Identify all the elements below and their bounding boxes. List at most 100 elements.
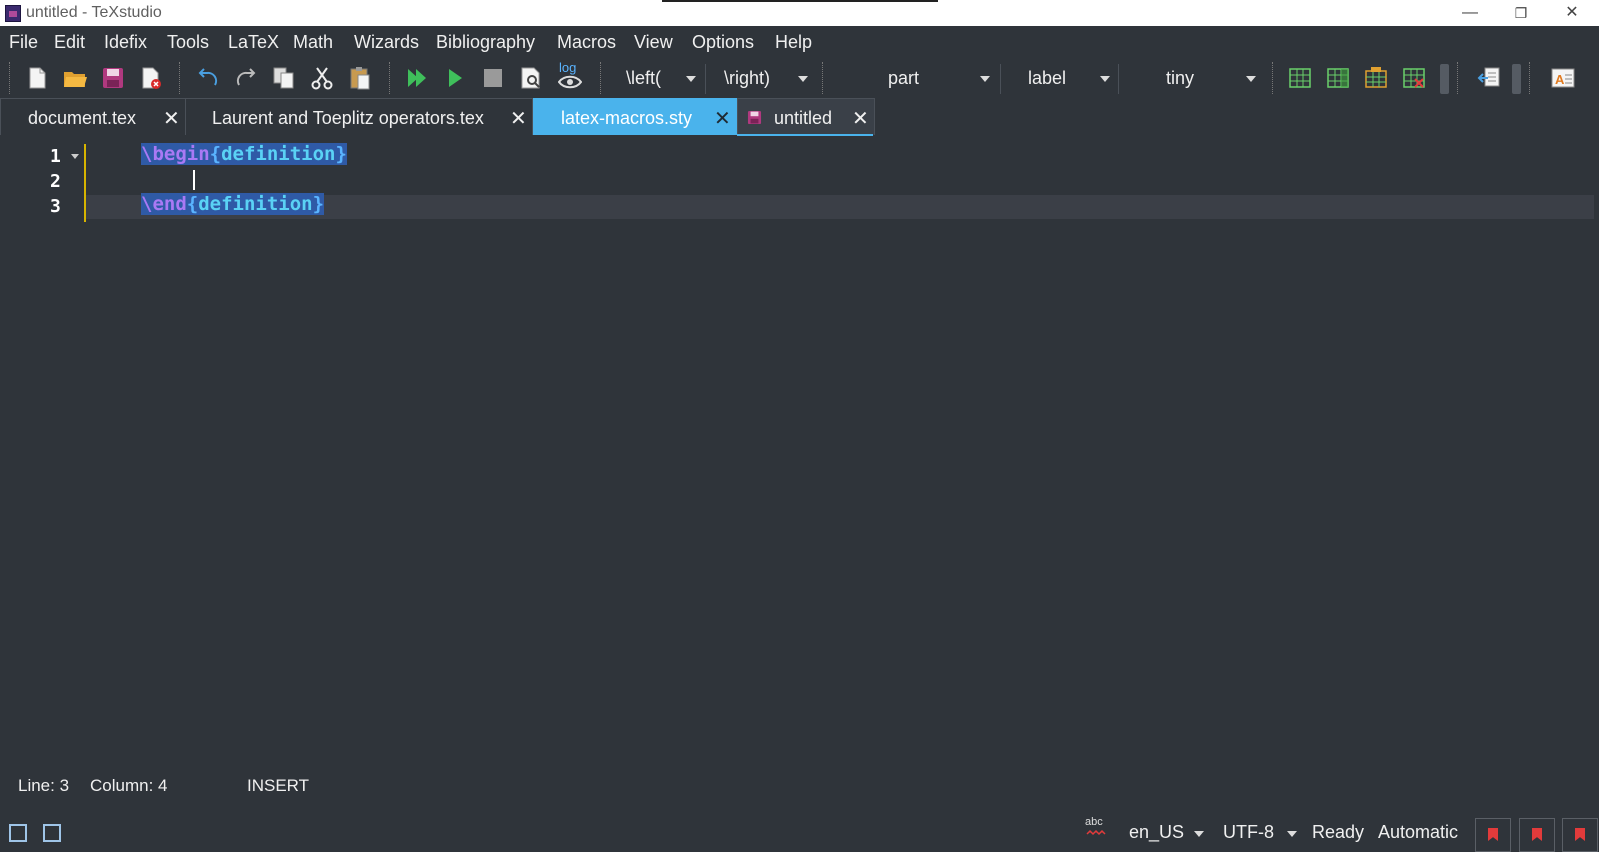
toolbar-grip[interactable] — [389, 62, 393, 94]
code-line-begin: \begin{definition} — [141, 143, 347, 165]
text-cursor — [193, 170, 195, 190]
menu-macros[interactable]: Macros — [557, 32, 616, 53]
new-file-icon[interactable] — [24, 65, 50, 91]
open-brace: { — [209, 143, 222, 165]
chevron-down-icon — [686, 76, 696, 82]
section-combo[interactable]: part — [834, 65, 994, 91]
menu-bibliography[interactable]: Bibliography — [436, 32, 535, 53]
undo-icon[interactable] — [195, 65, 221, 91]
tab-latex-macros-sty[interactable]: latex-macros.sty ✕ — [533, 98, 737, 135]
reference-combo[interactable]: label — [1010, 65, 1116, 91]
code-line-end: \end{definition} — [141, 193, 325, 215]
menu-options[interactable]: Options — [692, 32, 754, 53]
menu-file[interactable]: File — [9, 32, 38, 53]
bookmark-icon[interactable] — [1519, 818, 1555, 852]
open-folder-icon[interactable] — [62, 65, 88, 91]
bookmark-icon[interactable] — [1562, 818, 1598, 852]
tab-laurent-toeplitz[interactable]: Laurent and Toeplitz operators.tex ✕ — [185, 98, 533, 135]
toggle-output-panel-icon[interactable] — [43, 824, 61, 842]
compile-icon[interactable] — [442, 65, 468, 91]
environment-name: definition — [198, 193, 313, 215]
menu-edit[interactable]: Edit — [54, 32, 85, 53]
tab-document-tex[interactable]: document.tex ✕ — [0, 98, 186, 135]
fold-arrow-icon[interactable] — [71, 154, 79, 159]
close-tab-icon[interactable]: ✕ — [510, 106, 527, 131]
menu-help[interactable]: Help — [775, 32, 812, 53]
chevron-down-icon — [980, 76, 990, 82]
minimize-button[interactable]: — — [1446, 0, 1494, 26]
bookmark-icon[interactable] — [1475, 818, 1511, 852]
restore-button[interactable]: ❐ — [1497, 0, 1545, 26]
insert-mode-indicator[interactable]: INSERT — [247, 776, 309, 796]
view-log-icon[interactable]: log — [556, 60, 582, 91]
toolbar-grip[interactable] — [1529, 62, 1533, 94]
menu-math[interactable]: Math — [293, 32, 333, 53]
line-number: 1 — [50, 146, 61, 167]
insert-reference-icon[interactable] — [1477, 65, 1503, 91]
document-tabs: document.tex ✕ Laurent and Toeplitz oper… — [0, 98, 1599, 136]
tab-untitled[interactable]: untitled ✕ — [737, 98, 875, 135]
font-size-combo[interactable]: tiny — [1124, 65, 1260, 91]
menu-view[interactable]: View — [634, 32, 673, 53]
copy-icon[interactable] — [271, 65, 297, 91]
main-toolbar: log \left( \right) part label tiny A — [0, 58, 1599, 98]
toolbar-grip[interactable] — [1272, 62, 1276, 94]
toolbar-grip[interactable] — [179, 62, 183, 94]
menu-idefix[interactable]: Idefix — [104, 32, 147, 53]
add-table-column-icon[interactable] — [1325, 65, 1351, 91]
tab-label: latex-macros.sty — [561, 108, 693, 128]
encoding-selector[interactable]: UTF-8 — [1223, 822, 1274, 843]
add-table-row-icon[interactable] — [1287, 65, 1313, 91]
save-icon[interactable] — [100, 65, 126, 91]
left-delimiter-combo[interactable]: \left( — [612, 65, 696, 91]
chevron-down-icon[interactable] — [1287, 831, 1297, 837]
cut-icon[interactable] — [309, 65, 335, 91]
close-window-button[interactable]: ✕ — [1548, 0, 1596, 26]
font-size-value: tiny — [1166, 68, 1195, 88]
toggle-structure-panel-icon[interactable] — [9, 824, 27, 842]
change-marker-bar — [84, 144, 86, 222]
begin-command: \begin — [141, 143, 210, 165]
align-table-columns-icon[interactable] — [1363, 65, 1389, 91]
toolbar-grip[interactable] — [1457, 62, 1461, 94]
view-pdf-icon[interactable] — [518, 65, 544, 91]
close-tab-icon[interactable]: ✕ — [714, 106, 731, 131]
automatic-mode[interactable]: Automatic — [1378, 822, 1458, 843]
code-editor[interactable]: 1 2 3 \begin{definition} \end{definition… — [0, 138, 1599, 768]
window-title: untitled - TeXstudio — [26, 4, 162, 21]
title-bar: untitled - TeXstudio — ❐ ✕ — [0, 0, 1599, 26]
spellcheck-icon[interactable]: abc — [1084, 816, 1108, 840]
tab-label: document.tex — [28, 108, 137, 128]
menu-tools[interactable]: Tools — [167, 32, 209, 53]
close-document-icon[interactable] — [138, 65, 164, 91]
stop-icon[interactable] — [480, 65, 506, 91]
remove-table-column-icon[interactable] — [1401, 65, 1427, 91]
language-selector[interactable]: en_US — [1129, 822, 1184, 843]
toolbar-overflow-handle[interactable] — [1512, 64, 1521, 94]
texstudio-app-icon — [5, 5, 21, 22]
toolbar-grip[interactable] — [9, 62, 13, 94]
toolbar-grip[interactable] — [822, 62, 826, 94]
line-indicator: Line: 3 — [18, 776, 70, 795]
build-and-view-icon[interactable] — [404, 65, 430, 91]
menu-wizards[interactable]: Wizards — [354, 32, 419, 53]
end-command: \end — [141, 193, 187, 215]
menu-latex[interactable]: LaTeX — [228, 32, 279, 53]
redo-icon[interactable] — [233, 65, 259, 91]
close-tab-icon[interactable]: ✕ — [852, 106, 869, 131]
right-delimiter-combo[interactable]: \right) — [712, 65, 812, 91]
title-accent-line — [662, 0, 938, 2]
cursor-status-bar: Line: 3 Column: 4 INSERT — [0, 772, 1599, 802]
close-brace: } — [335, 143, 347, 165]
text-format-icon[interactable]: A — [1550, 65, 1576, 91]
toolbar-grip[interactable] — [600, 62, 604, 94]
toolbar-overflow-handle[interactable] — [1440, 64, 1449, 94]
close-tab-icon[interactable]: ✕ — [163, 106, 180, 131]
column-indicator: Column: 4 — [90, 776, 168, 795]
tab-label: untitled — [774, 108, 833, 128]
paste-icon[interactable] — [347, 65, 373, 91]
toolbar-separator — [1118, 64, 1119, 94]
open-brace: { — [186, 193, 199, 215]
chevron-down-icon[interactable] — [1194, 831, 1204, 837]
tab-label: Laurent and Toeplitz operators.tex — [212, 108, 484, 128]
